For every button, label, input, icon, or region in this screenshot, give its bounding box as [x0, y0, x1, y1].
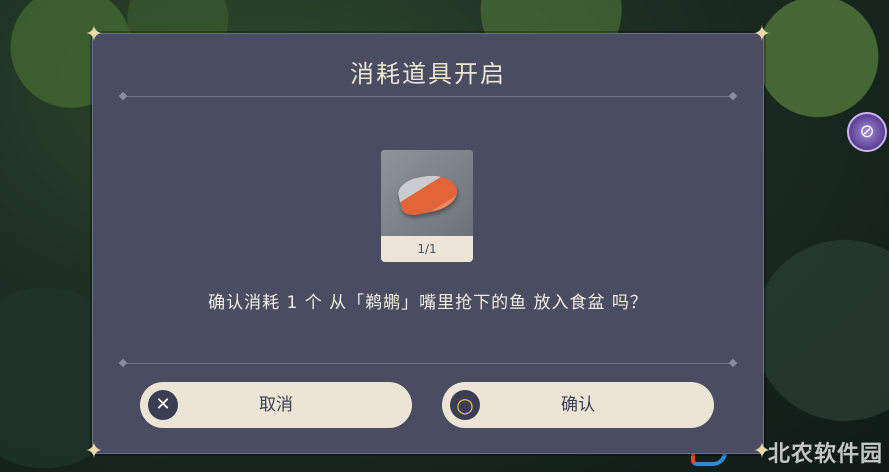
side-skill-icon: ⊘ [847, 112, 887, 152]
item-count: 1/1 [417, 242, 437, 256]
confirm-button-label: 确认 [561, 395, 595, 415]
close-icon: ✕ [148, 390, 178, 420]
confirm-button[interactable]: ○ 确认 [442, 382, 714, 428]
watermark-text: 北农软件园 [767, 442, 883, 467]
item-card[interactable]: 1/1 [381, 150, 473, 262]
cancel-button[interactable]: ✕ 取消 [140, 382, 412, 428]
corner-ornament-icon: ✦ [752, 439, 772, 464]
cancel-button-label: 取消 [259, 395, 293, 415]
item-art [381, 150, 473, 236]
confirm-question: 确认消耗 1 个 从「鹈鹕」嘴里抢下的鱼 放入食盆 吗？ [208, 293, 648, 313]
divider [123, 96, 733, 97]
fish-icon [395, 170, 461, 218]
circle-icon: ○ [450, 390, 480, 420]
corner-ornament-icon: ✦ [752, 22, 772, 47]
divider [123, 363, 733, 364]
corner-ornament-icon: ✦ [84, 22, 104, 47]
corner-ornament-icon: ✦ [84, 439, 104, 464]
consume-item-dialog: ✦ ✦ ✦ ✦ 消耗道具开启 1/1 确认消耗 1 个 从「鹈鹕」嘴里抢下的鱼 … [85, 24, 771, 463]
dialog-title: 消耗道具开启 [350, 60, 506, 88]
